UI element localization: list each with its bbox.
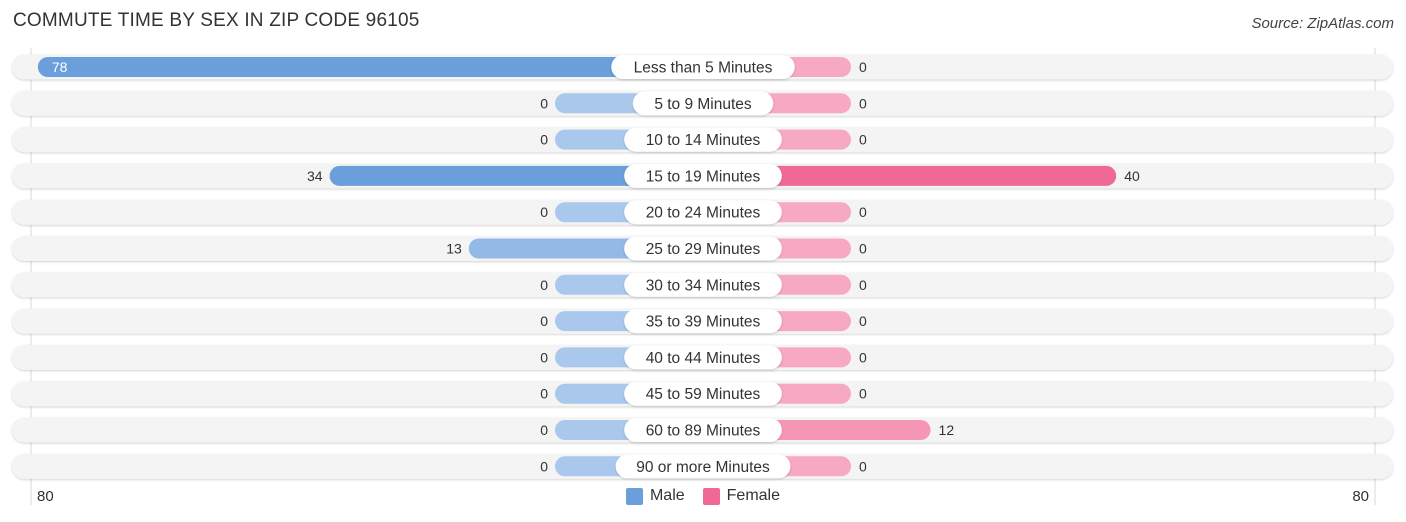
value-label-female: 0 bbox=[859, 458, 867, 474]
legend-label-female: Female bbox=[726, 487, 781, 504]
chart-area: 78 0 Less than 5 Minutes 0 0 5 to 9 Minutes 0 0… bbox=[12, 48, 1393, 505]
category-label: 90 or more Minutes bbox=[636, 459, 770, 476]
category-label: 10 to 14 Minutes bbox=[646, 132, 761, 149]
legend-swatch-male bbox=[625, 487, 643, 505]
value-label-female: 0 bbox=[859, 95, 867, 111]
category-label: 5 to 9 Minutes bbox=[654, 96, 752, 113]
category-label: 25 to 29 Minutes bbox=[646, 241, 761, 258]
bar-male bbox=[37, 57, 704, 77]
category-label: 30 to 34 Minutes bbox=[646, 277, 761, 294]
value-label-male: 0 bbox=[540, 204, 548, 220]
value-label-female: 0 bbox=[859, 132, 867, 148]
value-label-male: 0 bbox=[540, 458, 548, 474]
category-label: 45 to 59 Minutes bbox=[646, 386, 761, 403]
legend: Male Female bbox=[0, 487, 1406, 505]
legend-swatch-female bbox=[702, 487, 720, 505]
category-label: 15 to 19 Minutes bbox=[646, 168, 761, 185]
value-label-female: 0 bbox=[859, 59, 867, 75]
value-label-female: 40 bbox=[1124, 168, 1140, 184]
value-label-male: 0 bbox=[540, 95, 548, 111]
legend-item-male: Male bbox=[625, 487, 685, 505]
value-label-female: 0 bbox=[859, 277, 867, 293]
value-label-male: 0 bbox=[540, 422, 548, 438]
value-label-female: 12 bbox=[939, 422, 955, 438]
value-label-female: 0 bbox=[859, 313, 867, 329]
legend-item-female: Female bbox=[702, 487, 781, 505]
category-label: 40 to 44 Minutes bbox=[646, 350, 761, 367]
category-label: 35 to 39 Minutes bbox=[646, 314, 761, 331]
value-label-female: 0 bbox=[859, 241, 867, 257]
value-label-male: 13 bbox=[446, 241, 462, 257]
value-label-male: 34 bbox=[307, 168, 323, 184]
value-label-male: 0 bbox=[540, 349, 548, 365]
value-label-female: 0 bbox=[859, 204, 867, 220]
value-label-male: 0 bbox=[540, 277, 548, 293]
legend-label-male: Male bbox=[649, 487, 685, 504]
value-label-female: 0 bbox=[859, 386, 867, 402]
value-label-male: 0 bbox=[540, 132, 548, 148]
value-label-female: 0 bbox=[859, 349, 867, 365]
category-label: Less than 5 Minutes bbox=[634, 60, 773, 77]
value-label-male: 0 bbox=[540, 386, 548, 402]
category-label: 60 to 89 Minutes bbox=[646, 423, 761, 440]
value-label-male: 0 bbox=[540, 313, 548, 329]
category-label: 20 to 24 Minutes bbox=[646, 205, 761, 222]
value-label-male: 78 bbox=[52, 59, 68, 75]
